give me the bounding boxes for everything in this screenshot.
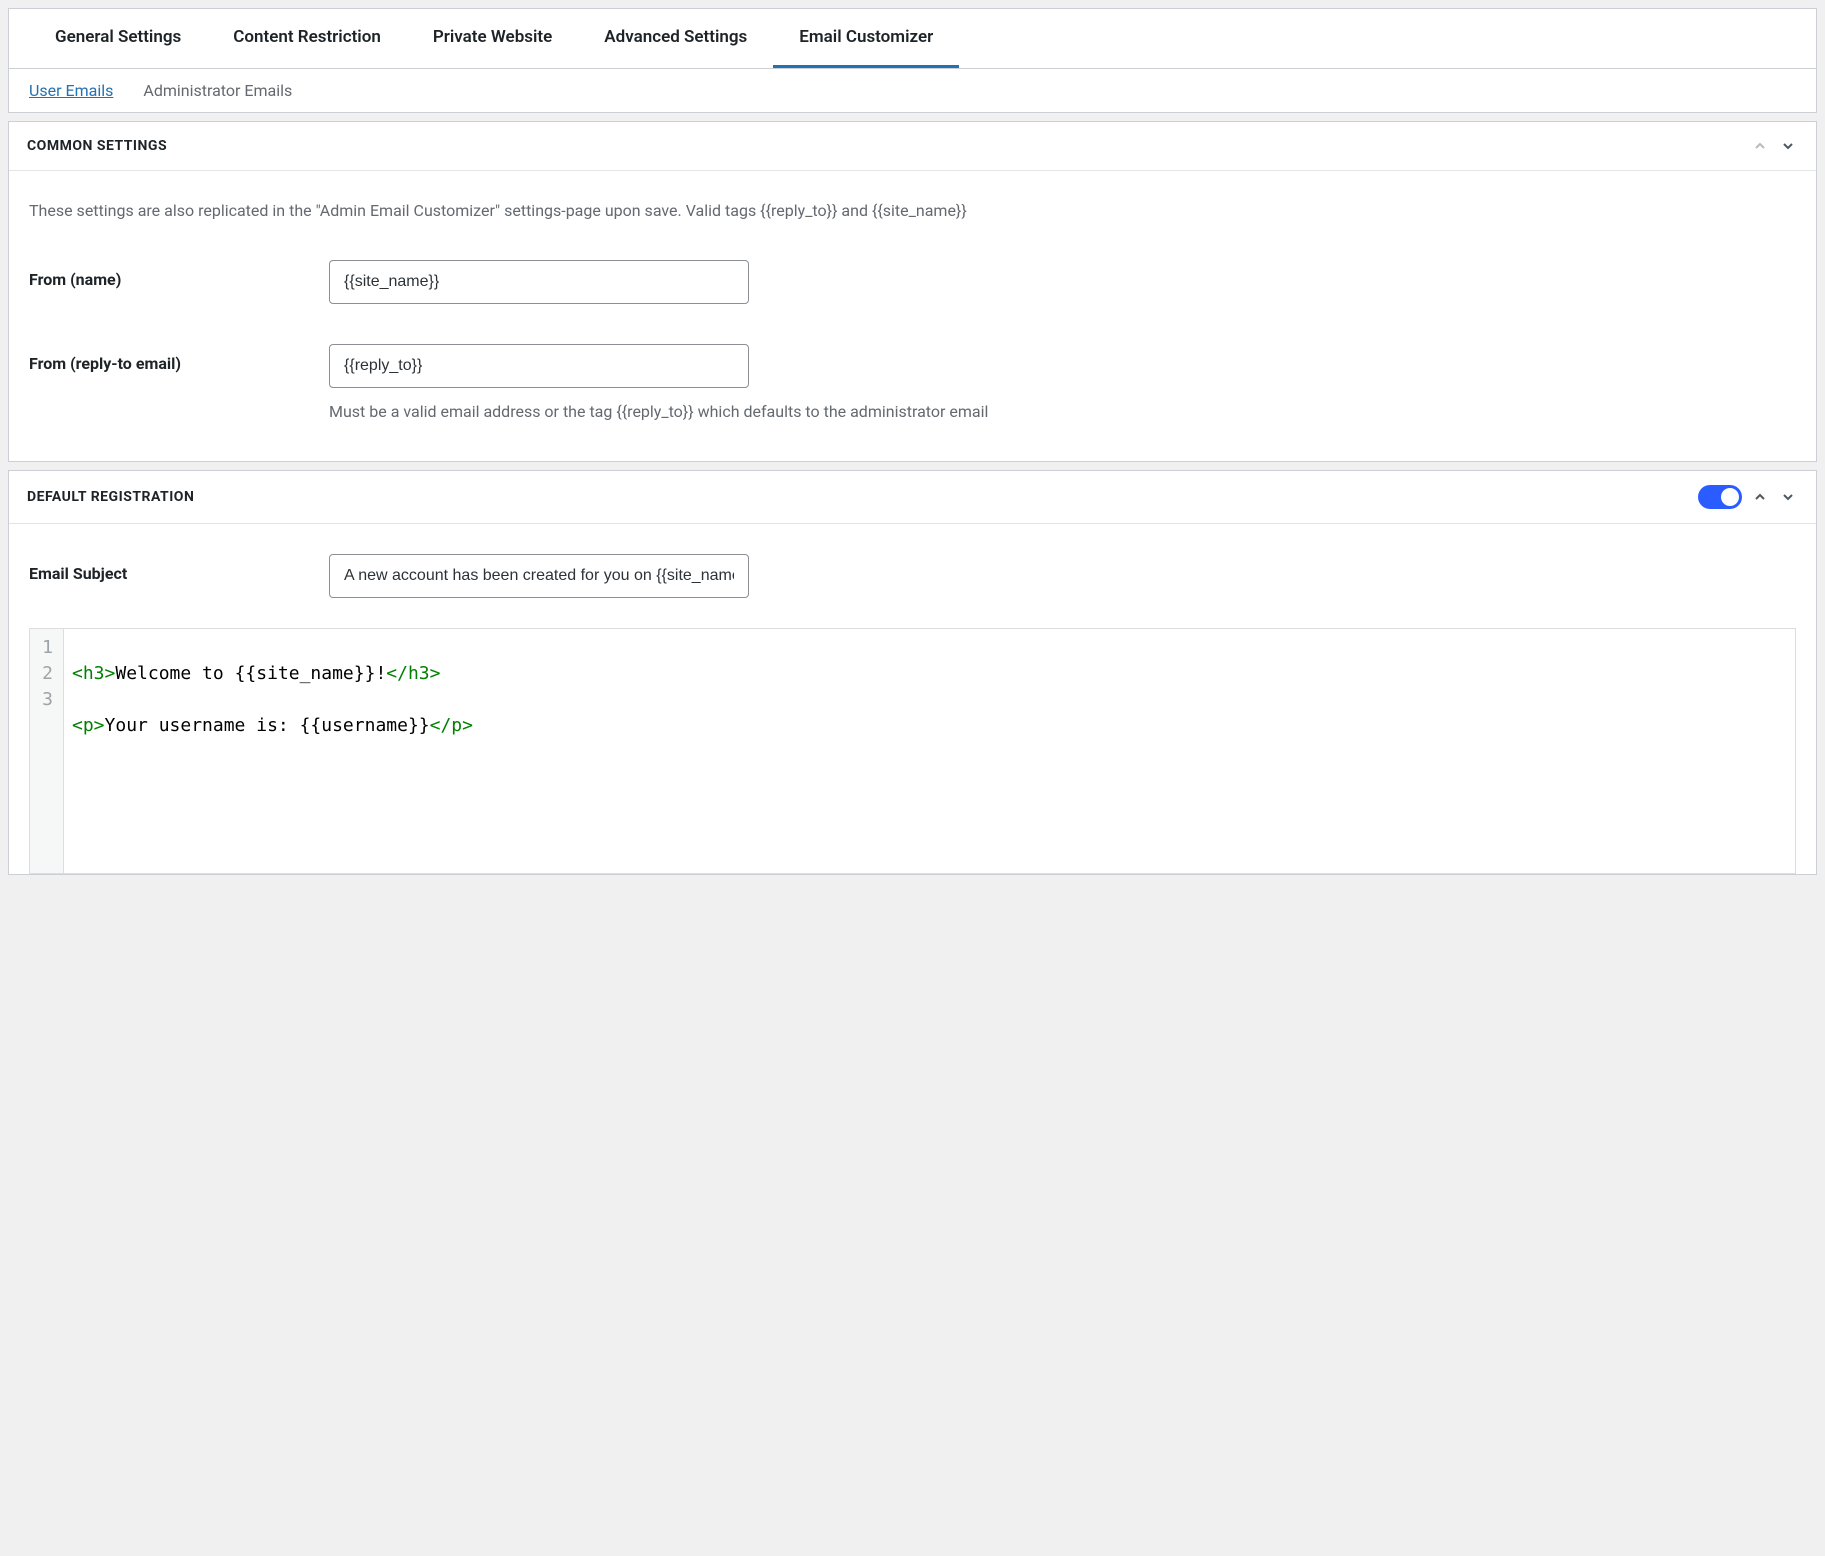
row-from-reply: From (reply-to email) Must be a valid em… <box>29 344 1796 421</box>
panel-title: COMMON SETTINGS <box>27 138 167 154</box>
secondary-tabs: User Emails Administrator Emails <box>9 69 1816 112</box>
subtab-user-emails[interactable]: User Emails <box>29 81 113 100</box>
panel-header: DEFAULT REGISTRATION <box>9 471 1816 524</box>
label-from-name: From (name) <box>29 260 329 289</box>
tab-email-customizer[interactable]: Email Customizer <box>773 9 959 68</box>
tab-advanced-settings[interactable]: Advanced Settings <box>578 9 773 68</box>
label-from-reply: From (reply-to email) <box>29 344 329 373</box>
chevron-down-icon[interactable] <box>1778 487 1798 507</box>
tab-general-settings[interactable]: General Settings <box>29 9 207 68</box>
subtab-administrator-emails[interactable]: Administrator Emails <box>143 81 292 100</box>
input-from-reply[interactable] <box>329 344 749 388</box>
desc-from-reply: Must be a valid email address or the tag… <box>329 402 1796 421</box>
panel-body: These settings are also replicated in th… <box>9 171 1816 461</box>
panel-controls <box>1750 136 1798 156</box>
panel-controls <box>1698 485 1798 509</box>
label-email-subject: Email Subject <box>29 554 329 583</box>
code-editor[interactable]: 1 2 3 <h3>Welcome to {{site_name}}!</h3>… <box>29 628 1796 874</box>
code-content[interactable]: <h3>Welcome to {{site_name}}!</h3> <p>Yo… <box>64 629 481 873</box>
chevron-down-icon[interactable] <box>1778 136 1798 156</box>
toggle-default-registration[interactable] <box>1698 485 1742 509</box>
panel-body: Email Subject 1 2 3 <h3>Welcome to {{sit… <box>9 524 1816 874</box>
tab-private-website[interactable]: Private Website <box>407 9 578 68</box>
tabs-container: General Settings Content Restriction Pri… <box>8 8 1817 113</box>
primary-tabs: General Settings Content Restriction Pri… <box>9 9 1816 69</box>
panel-header: COMMON SETTINGS <box>9 122 1816 171</box>
chevron-up-icon[interactable] <box>1750 136 1770 156</box>
row-email-subject: Email Subject <box>29 554 1796 598</box>
panel-title: DEFAULT REGISTRATION <box>27 489 194 505</box>
code-gutter: 1 2 3 <box>30 629 64 873</box>
input-from-name[interactable] <box>329 260 749 304</box>
input-email-subject[interactable] <box>329 554 749 598</box>
chevron-up-icon[interactable] <box>1750 487 1770 507</box>
row-from-name: From (name) <box>29 260 1796 304</box>
panel-default-registration: DEFAULT REGISTRATION Email Subject 1 2 3 <box>8 470 1817 875</box>
tab-content-restriction[interactable]: Content Restriction <box>207 9 407 68</box>
panel-description: These settings are also replicated in th… <box>29 201 1796 220</box>
panel-common-settings: COMMON SETTINGS These settings are also … <box>8 121 1817 462</box>
